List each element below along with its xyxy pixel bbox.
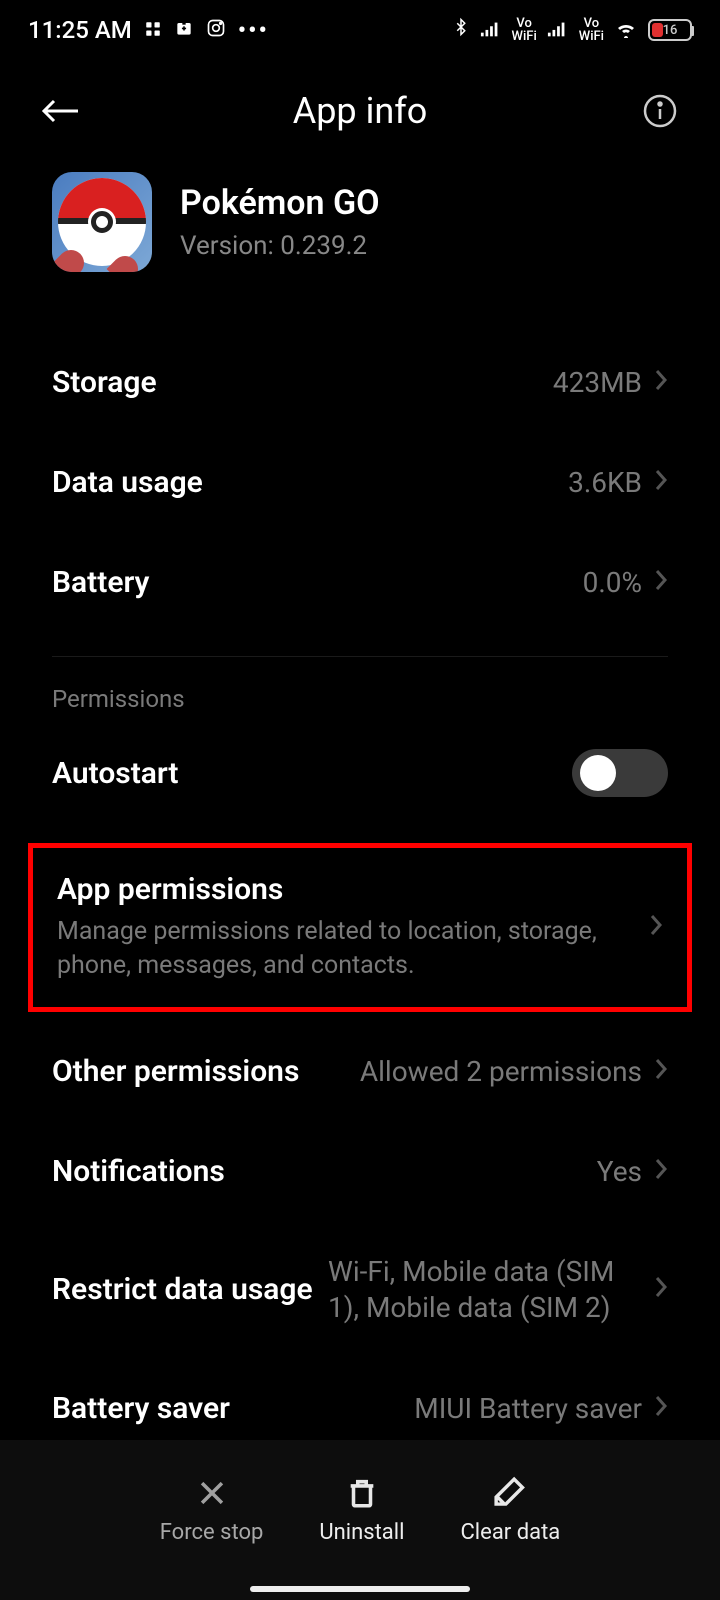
wifi-icon (614, 16, 638, 44)
label-battery-saver: Battery saver (52, 1391, 230, 1426)
app-summary: Pokémon GO Version: 0.239.2 (0, 172, 720, 332)
value-notifications: Yes (597, 1155, 642, 1188)
more-notifications-icon: ••• (238, 16, 269, 44)
chevron-right-icon (649, 913, 663, 941)
label-restrict-data: Restrict data usage (52, 1272, 313, 1307)
chevron-right-icon (654, 466, 668, 499)
uninstall-button[interactable]: Uninstall (319, 1476, 404, 1545)
row-app-permissions[interactable]: App permissions Manage permissions relat… (33, 848, 687, 1007)
value-battery-saver: MIUI Battery saver (414, 1392, 642, 1425)
row-data-usage[interactable]: Data usage 3.6KB (0, 432, 720, 532)
highlight-app-permissions: App permissions Manage permissions relat… (28, 843, 692, 1012)
info-button[interactable] (640, 91, 680, 131)
instagram-icon (206, 16, 226, 44)
bottom-bar: Force stop Uninstall Clear data (0, 1440, 720, 1600)
signal2-icon (547, 16, 569, 44)
back-button[interactable] (40, 91, 80, 131)
value-data-usage: 3.6KB (568, 466, 642, 499)
battery-icon: 16 (648, 19, 692, 41)
value-restrict-data: Wi-Fi, Mobile data (SIM 1), Mobile data … (328, 1254, 642, 1327)
volte1-icon: VoWiFi (512, 17, 537, 43)
clear-data-button[interactable]: Clear data (460, 1476, 560, 1545)
label-data-usage: Data usage (52, 465, 203, 500)
volte2-icon: VoWiFi (579, 17, 604, 43)
row-battery[interactable]: Battery 0.0% (0, 532, 720, 632)
sub-app-permissions: Manage permissions related to location, … (57, 915, 635, 983)
bluetooth-icon (452, 16, 470, 44)
chevron-right-icon (654, 1272, 668, 1308)
divider (52, 656, 668, 657)
page-title: App info (293, 90, 428, 132)
value-battery: 0.0% (583, 566, 642, 599)
value-storage: 423MB (553, 366, 642, 399)
force-stop-label: Force stop (160, 1520, 264, 1545)
update-icon (174, 16, 194, 44)
label-storage: Storage (52, 365, 157, 400)
chevron-right-icon (654, 1155, 668, 1188)
row-restrict-data[interactable]: Restrict data usage Wi-Fi, Mobile data (… (0, 1222, 720, 1359)
status-bar: 11:25 AM ••• VoWiFi VoWiFi 16 (0, 0, 720, 60)
signal1-icon (480, 16, 502, 44)
row-notifications[interactable]: Notifications Yes (0, 1122, 720, 1222)
chevron-right-icon (654, 1392, 668, 1425)
chevron-right-icon (654, 1055, 668, 1088)
row-storage[interactable]: Storage 423MB (0, 332, 720, 432)
chevron-right-icon (654, 366, 668, 399)
chevron-right-icon (654, 566, 668, 599)
row-other-permissions[interactable]: Other permissions Allowed 2 permissions (0, 1022, 720, 1122)
label-autostart: Autostart (52, 756, 179, 791)
force-stop-button[interactable]: Force stop (160, 1476, 264, 1545)
uninstall-label: Uninstall (319, 1520, 404, 1545)
header: App info (0, 60, 720, 172)
label-notifications: Notifications (52, 1154, 225, 1189)
row-autostart: Autostart (0, 733, 720, 833)
app-name: Pokémon GO (180, 183, 380, 223)
slack-icon (144, 16, 162, 44)
app-version: Version: 0.239.2 (180, 231, 380, 261)
label-app-permissions: App permissions (57, 872, 635, 907)
autostart-toggle[interactable] (572, 749, 668, 797)
status-time: 11:25 AM (28, 16, 132, 44)
app-icon (52, 172, 152, 272)
clear-data-label: Clear data (460, 1520, 560, 1545)
section-permissions-title: Permissions (0, 685, 720, 733)
nav-handle[interactable] (250, 1586, 470, 1592)
value-other-permissions: Allowed 2 permissions (360, 1055, 642, 1088)
label-other-permissions: Other permissions (52, 1054, 299, 1089)
label-battery: Battery (52, 565, 149, 600)
